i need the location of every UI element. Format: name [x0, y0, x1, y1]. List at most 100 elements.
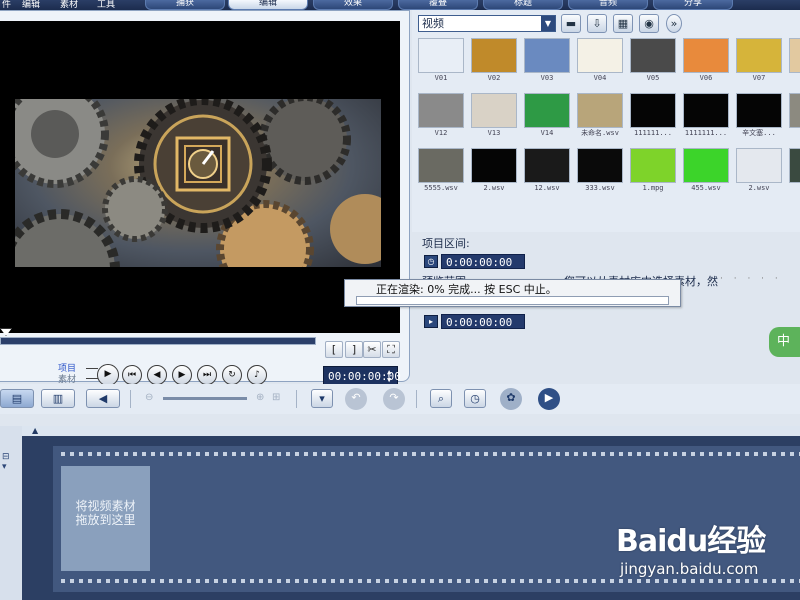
scrubber-bar[interactable]	[0, 337, 316, 345]
library-thumbnail[interactable]: V07	[736, 38, 782, 84]
library-thumbnail[interactable]: V0	[789, 38, 800, 84]
library-thumbnail[interactable]: V03	[524, 38, 570, 84]
redo-button[interactable]: ↷	[383, 388, 405, 410]
video-frame	[15, 99, 381, 267]
zoom-out-icon[interactable]: ⊖	[145, 392, 153, 403]
storyboard-view-button[interactable]: ▤	[0, 389, 34, 408]
thumbnail-image	[789, 93, 800, 128]
open-folder-button[interactable]: ▬	[561, 14, 581, 33]
split-clip-button[interactable]: ✂	[363, 341, 381, 358]
magnifier-icon: ⌕	[437, 392, 445, 405]
timeline-view-button[interactable]: ▥	[41, 389, 75, 408]
thumbnail-image	[736, 148, 782, 183]
watermark-url: jingyan.baidu.com	[620, 560, 759, 578]
tab-effect[interactable]: 效果	[313, 0, 393, 10]
thumbnail-caption: 未命名.wsv	[581, 129, 619, 137]
menu-edit[interactable]: 编辑	[22, 0, 40, 10]
thumbnail-caption: V0	[789, 73, 800, 83]
library-thumbnail[interactable]: 333.wsv	[577, 148, 623, 194]
repeat-button[interactable]: ↻	[222, 365, 242, 385]
library-thumbnail[interactable]: V02	[471, 38, 517, 84]
fit-project-icon[interactable]: ⊞	[272, 392, 280, 403]
library-thumbnail[interactable]: 455.wsv	[683, 148, 729, 194]
library-thumbnail[interactable]: 1.mpg	[630, 148, 676, 194]
tab-audio[interactable]: 音频	[568, 0, 648, 10]
thumbnail-caption: V06	[699, 74, 713, 82]
in-point-timecode[interactable]: 0:00:00:00	[441, 314, 525, 329]
library-thumbnail[interactable]: V06	[683, 38, 729, 84]
zoom-in-icon[interactable]: ⊕	[256, 392, 264, 403]
library-manager-button[interactable]: ◉	[639, 14, 659, 33]
library-thumbnail[interactable]: V01	[418, 38, 464, 84]
library-thumbnail[interactable]: V05	[630, 38, 676, 84]
play-mode-labels: 项目 素材	[58, 364, 76, 386]
mark-out-button[interactable]: ]	[345, 341, 363, 358]
import-button[interactable]: ⇩	[587, 14, 607, 33]
library-thumbnail[interactable]: 2.wsv	[736, 148, 782, 194]
library-thumbnail[interactable]: 2.wsv	[471, 148, 517, 194]
fullscreen-button[interactable]: ⛶	[382, 341, 400, 358]
track-tool-icon: ⊟	[2, 452, 10, 462]
start-pill-button[interactable]: 中	[769, 327, 800, 357]
redo-icon: ↷	[389, 391, 399, 404]
drop-media-placeholder[interactable]: 将视频素材 拖放到这里	[61, 466, 150, 571]
mark-in-button[interactable]: [	[325, 341, 343, 358]
library-thumbnail[interactable]: 1111111...	[683, 93, 729, 139]
library-thumbnail[interactable]: V14	[524, 93, 570, 139]
end-button[interactable]: ⏭	[197, 365, 217, 385]
batch-convert-button[interactable]: ◷	[464, 389, 486, 408]
flower-icon: ✿	[506, 391, 516, 404]
audio-view-button[interactable]: ◀	[86, 389, 120, 408]
tab-capture[interactable]: 捕获	[145, 0, 225, 10]
sort-button[interactable]: ▦	[613, 14, 633, 33]
home-button[interactable]: ⏮	[122, 365, 142, 385]
timecode-spinner[interactable]: ▲ ▼	[387, 368, 395, 384]
insert-media-button[interactable]: ▾	[311, 389, 333, 408]
library-thumbnail[interactable]: V12	[418, 93, 464, 139]
step-back-icon: ◀	[153, 370, 161, 380]
mode-project-label[interactable]: 项目	[58, 364, 76, 375]
library-thumbnail[interactable]: 12.wsv	[524, 148, 570, 194]
toolbar-divider	[296, 390, 297, 408]
library-thumbnail[interactable]	[789, 93, 800, 139]
render-preview-button[interactable]: ▶	[538, 388, 560, 410]
timecode-display[interactable]: 00:00:00:00 ▲ ▼	[323, 366, 401, 385]
undo-button[interactable]: ↶	[345, 388, 367, 410]
tab-share[interactable]: 分享	[653, 0, 733, 10]
menu-tools[interactable]: 工具	[97, 0, 115, 10]
prev-frame-button[interactable]: ◀	[147, 365, 167, 385]
menu-file[interactable]: 件	[2, 0, 11, 10]
library-thumbnail[interactable]: 111111...	[630, 93, 676, 139]
smart-proxy-button[interactable]: ⌕	[430, 389, 452, 408]
library-thumbnail[interactable]	[789, 148, 800, 194]
thumbnail-caption: 2.wsv	[483, 184, 505, 192]
options-panel: 项目区间: ◷ 0:00:00:00 预览范围 您可以从素材库中选择素材，然 ·…	[418, 232, 800, 382]
duration-timecode[interactable]: 0:00:00:00	[441, 254, 525, 269]
tab-title[interactable]: 标题	[483, 0, 563, 10]
thumbnail-image	[418, 38, 464, 73]
library-thumbnail[interactable]: V04	[577, 38, 623, 84]
library-thumbnail[interactable]: V13	[471, 93, 517, 139]
thumbnail-image	[577, 93, 623, 128]
volume-button[interactable]: ♪	[247, 365, 267, 385]
library-thumbnail[interactable]: 未命名.wsv	[577, 93, 623, 139]
tab-edit[interactable]: 编辑	[228, 0, 308, 10]
library-category-select[interactable]: 视频 ▼	[418, 15, 556, 32]
next-frame-button[interactable]: ▶	[172, 365, 192, 385]
play-button[interactable]: ▶	[97, 364, 119, 386]
effects-button[interactable]: ✿	[500, 388, 522, 410]
timeline-track-tools[interactable]: ⊟ ▾	[2, 452, 10, 472]
thumbnail-caption: 2.wsv	[748, 184, 770, 192]
expand-library-button[interactable]: »	[666, 14, 682, 33]
duration-icon: ◷	[424, 255, 438, 268]
library-thumbnail[interactable]: 5555.wsv	[418, 148, 464, 194]
timeline-ruler[interactable]: ▲	[22, 426, 800, 436]
thumbnail-image	[683, 38, 729, 73]
library-thumbnail[interactable]: 辛文塞...	[736, 93, 782, 139]
preview-screen	[0, 21, 400, 333]
grid-icon: ▦	[617, 17, 629, 30]
menu-clip[interactable]: 素材	[60, 0, 78, 10]
zoom-slider[interactable]	[163, 397, 247, 400]
tab-overlay[interactable]: 覆叠	[398, 0, 478, 10]
thumbnail-image	[577, 38, 623, 73]
